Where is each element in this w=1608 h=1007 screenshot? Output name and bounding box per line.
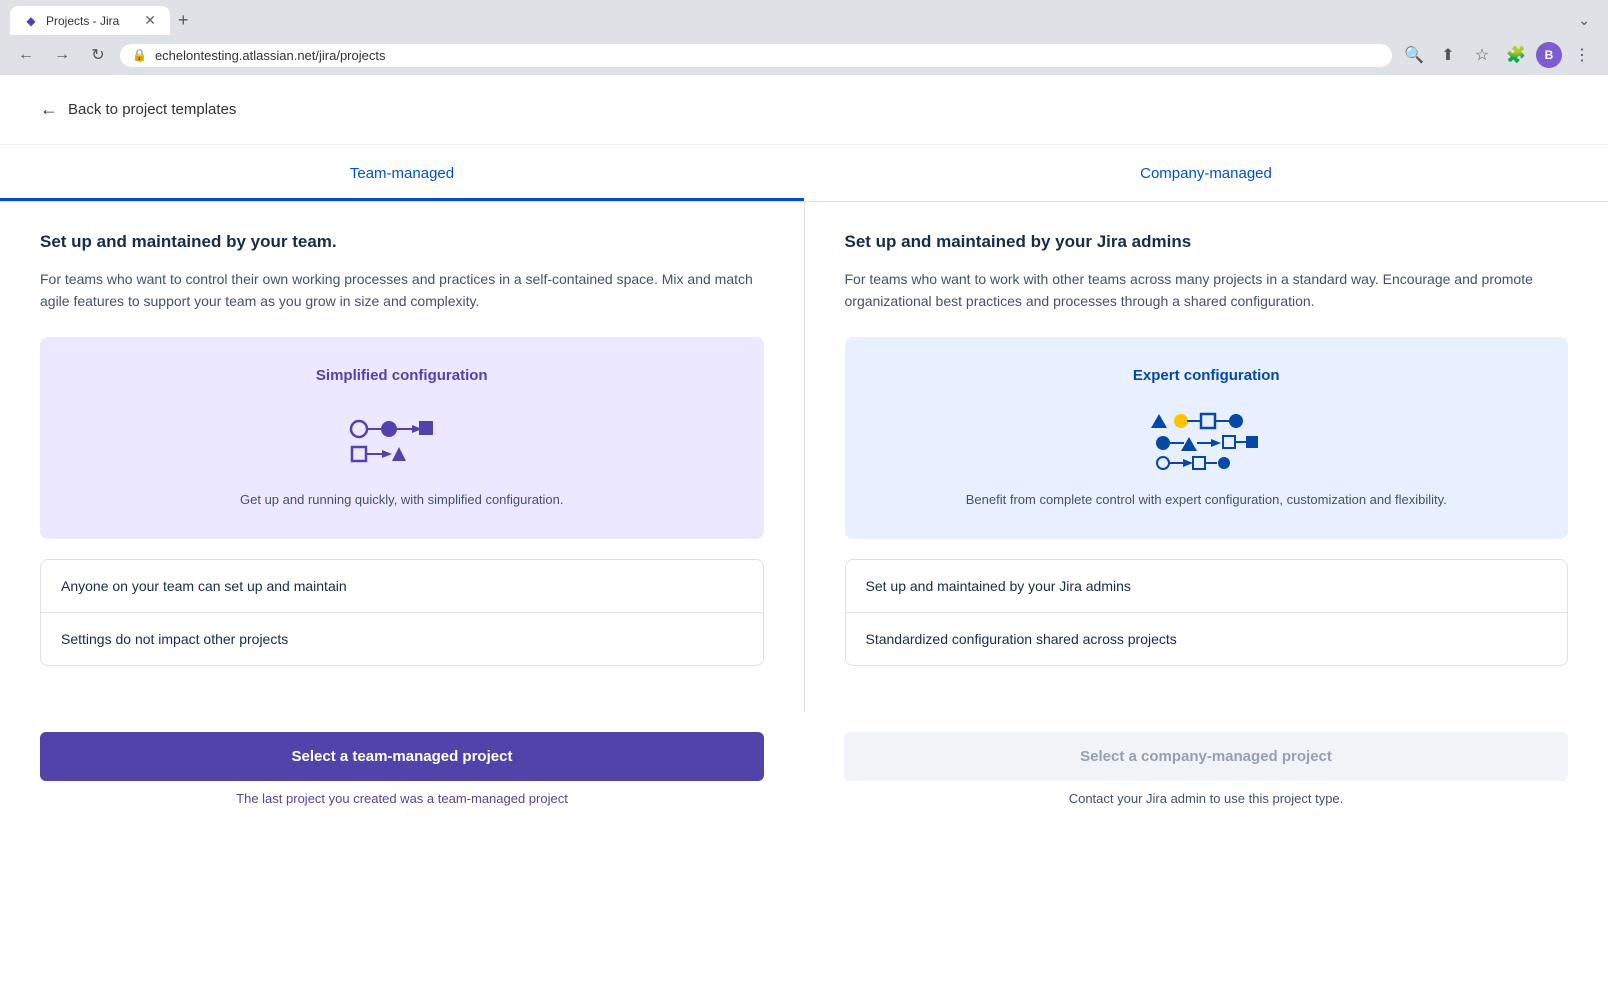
user-avatar[interactable]: B	[1536, 42, 1562, 68]
team-feature-item-2: Settings do not impact other projects	[41, 613, 763, 665]
bookmark-icon[interactable]: ☆	[1468, 41, 1496, 69]
reload-button[interactable]: ↻	[84, 41, 112, 69]
tab-close-button[interactable]: ✕	[144, 12, 156, 29]
back-nav-label: Back to project templates	[68, 101, 236, 118]
company-config-card: Expert configuration	[845, 337, 1569, 540]
browser-tab-active[interactable]: ◆ Projects - Jira ✕	[10, 6, 170, 35]
back-arrow-icon: ←	[40, 99, 58, 120]
menu-icon[interactable]: ⋮	[1568, 41, 1596, 69]
team-column-heading: Set up and maintained by your team.	[40, 232, 764, 252]
team-select-hint: The last project you created was a team-…	[40, 791, 764, 806]
select-company-project-button[interactable]: Select a company-managed project	[844, 732, 1568, 781]
toolbar-actions: 🔍 ⬆ ☆ 🧩 B ⋮	[1400, 41, 1596, 69]
browser-titlebar: ◆ Projects - Jira ✕ + ⌄	[0, 0, 1608, 35]
jira-favicon: ◆	[24, 14, 38, 28]
company-feature-item-1: Set up and maintained by your Jira admin…	[846, 560, 1568, 613]
main-content: Set up and maintained by your team. For …	[0, 202, 1608, 712]
browser-toolbar: ← → ↻ 🔒 echelontesting.atlassian.net/jir…	[0, 35, 1608, 75]
company-select-hint: Contact your Jira admin to use this proj…	[844, 791, 1568, 806]
select-team-project-button[interactable]: Select a team-managed project	[40, 732, 764, 781]
team-card-desc: Get up and running quickly, with simplif…	[60, 490, 744, 510]
address-bar[interactable]: 🔒 echelontesting.atlassian.net/jira/proj…	[120, 44, 1392, 67]
back-button[interactable]: ←	[12, 41, 40, 69]
new-tab-button[interactable]: +	[170, 10, 197, 31]
company-card-desc: Benefit from complete control with exper…	[865, 490, 1549, 510]
lock-icon: 🔒	[132, 48, 147, 62]
tab-team-managed[interactable]: Team-managed	[0, 145, 804, 201]
company-bottom-col: Select a company-managed project Contact…	[804, 712, 1608, 836]
company-feature-list: Set up and maintained by your Jira admin…	[845, 559, 1569, 666]
tabs-container: Team-managed Company-managed	[0, 145, 1608, 202]
company-card-title: Expert configuration	[865, 367, 1549, 384]
team-config-card: Simplified configuration	[40, 337, 764, 540]
team-managed-column: Set up and maintained by your team. For …	[0, 202, 804, 712]
extensions-icon[interactable]: 🧩	[1502, 41, 1530, 69]
team-column-desc: For teams who want to control their own …	[40, 268, 764, 313]
tab-title: Projects - Jira	[46, 14, 119, 28]
team-feature-item-1: Anyone on your team can set up and maint…	[41, 560, 763, 613]
team-diagram	[60, 404, 744, 474]
company-managed-column: Set up and maintained by your Jira admin…	[805, 202, 1608, 712]
download-icon[interactable]: ⬆	[1434, 41, 1462, 69]
team-bottom-col: Select a team-managed project The last p…	[0, 712, 804, 836]
back-nav[interactable]: ← Back to project templates	[0, 75, 1608, 145]
tab-company-managed[interactable]: Company-managed	[804, 145, 1608, 201]
company-feature-item-2: Standardized configuration shared across…	[846, 613, 1568, 665]
bottom-area: Select a team-managed project The last p…	[0, 712, 1608, 836]
url-text: echelontesting.atlassian.net/jira/projec…	[155, 48, 386, 63]
page-content: ← Back to project templates Team-managed…	[0, 75, 1608, 1007]
company-column-desc: For teams who want to work with other te…	[845, 268, 1569, 313]
forward-button[interactable]: →	[48, 41, 76, 69]
search-icon[interactable]: 🔍	[1400, 41, 1428, 69]
browser-expand-icon[interactable]: ⌄	[1578, 12, 1598, 29]
browser-chrome: ◆ Projects - Jira ✕ + ⌄ ← → ↻ 🔒 echelont…	[0, 0, 1608, 75]
company-diagram	[865, 404, 1549, 474]
team-card-title: Simplified configuration	[60, 367, 744, 384]
company-column-heading: Set up and maintained by your Jira admin…	[845, 232, 1569, 252]
team-feature-list: Anyone on your team can set up and maint…	[40, 559, 764, 666]
